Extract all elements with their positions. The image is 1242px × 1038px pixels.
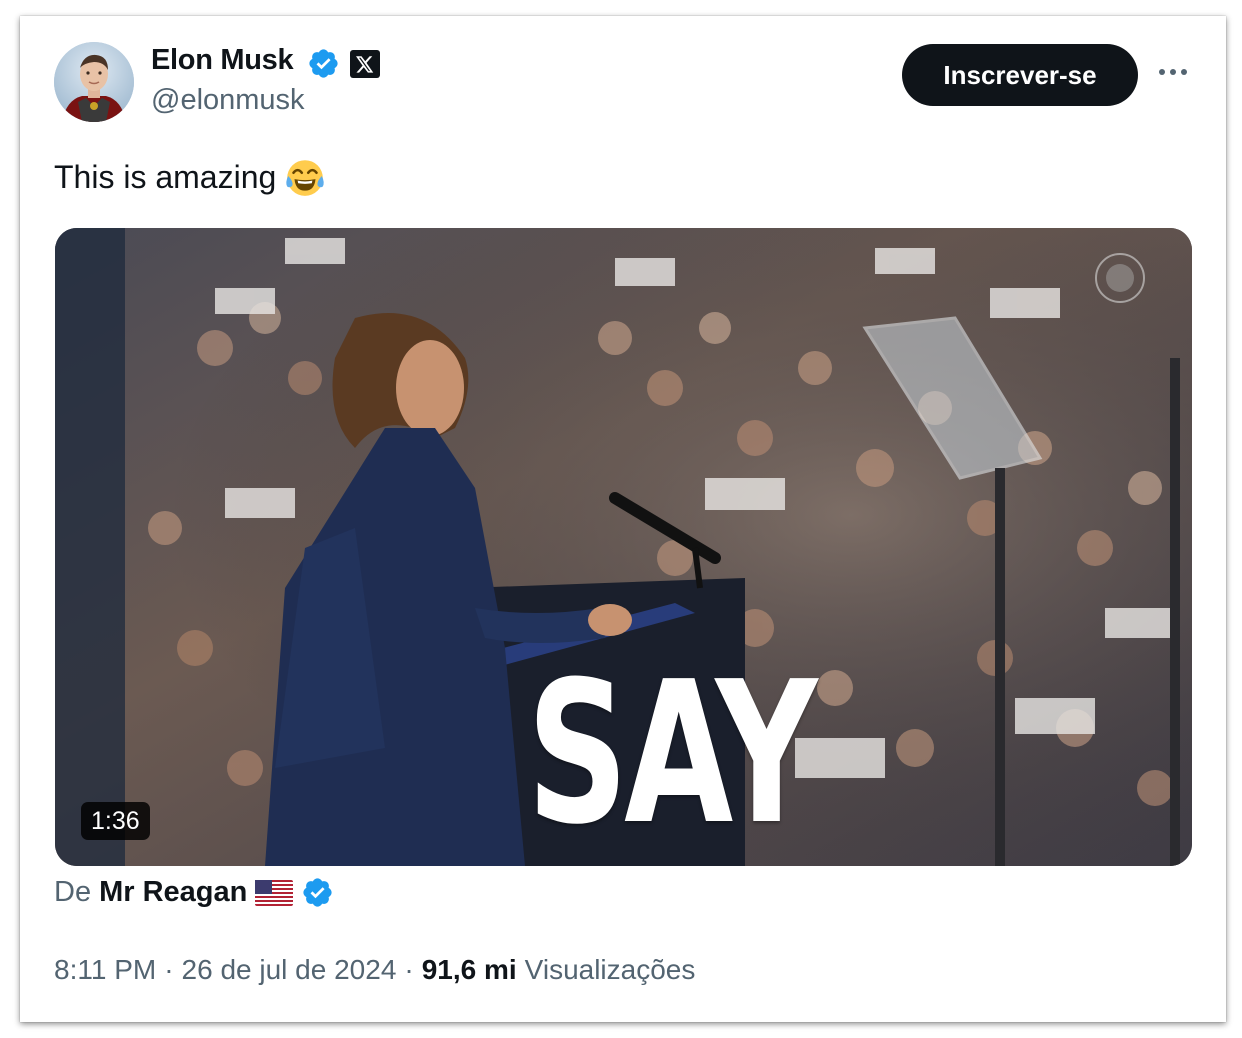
more-horizontal-icon[interactable] — [1156, 54, 1190, 90]
tears-of-joy-emoji-icon — [286, 160, 324, 196]
tweet-date[interactable]: 26 de jul de 2024 — [182, 954, 397, 986]
video-player[interactable]: SAY 1:36 — [55, 228, 1192, 866]
avatar-image — [54, 42, 134, 122]
views-count: 91,6 mi — [421, 954, 517, 985]
avatar[interactable] — [54, 42, 134, 122]
subscribe-button[interactable]: Inscrever-se — [902, 44, 1138, 106]
tweet-text: This is amazing — [54, 156, 326, 198]
source-name[interactable]: Mr Reagan — [99, 876, 247, 909]
verified-badge-icon — [303, 878, 332, 907]
source-prefix: De — [54, 876, 92, 908]
author-handle[interactable]: @elonmusk — [151, 84, 305, 117]
tweet-card: Elon Musk @elonmusk Inscrever-se This is… — [20, 16, 1226, 1022]
tweet-time[interactable]: 8:11 PM — [54, 954, 156, 986]
tweet-meta: 8:11 PM · 26 de jul de 2024 · 91,6 mi Vi… — [54, 954, 695, 986]
separator: · — [404, 954, 414, 985]
video-overlay-text: SAY — [526, 640, 818, 866]
verified-badge-icon — [309, 49, 338, 78]
media-source: De Mr Reagan — [54, 876, 334, 909]
video-duration-badge: 1:36 — [81, 802, 150, 840]
separator: · — [164, 954, 174, 985]
author-name[interactable]: Elon Musk — [151, 44, 294, 77]
us-flag-icon — [255, 879, 294, 906]
tweet-text-content: This is amazing — [54, 158, 277, 195]
views-label: Visualizações — [524, 954, 696, 985]
x-logo-icon — [350, 50, 380, 78]
